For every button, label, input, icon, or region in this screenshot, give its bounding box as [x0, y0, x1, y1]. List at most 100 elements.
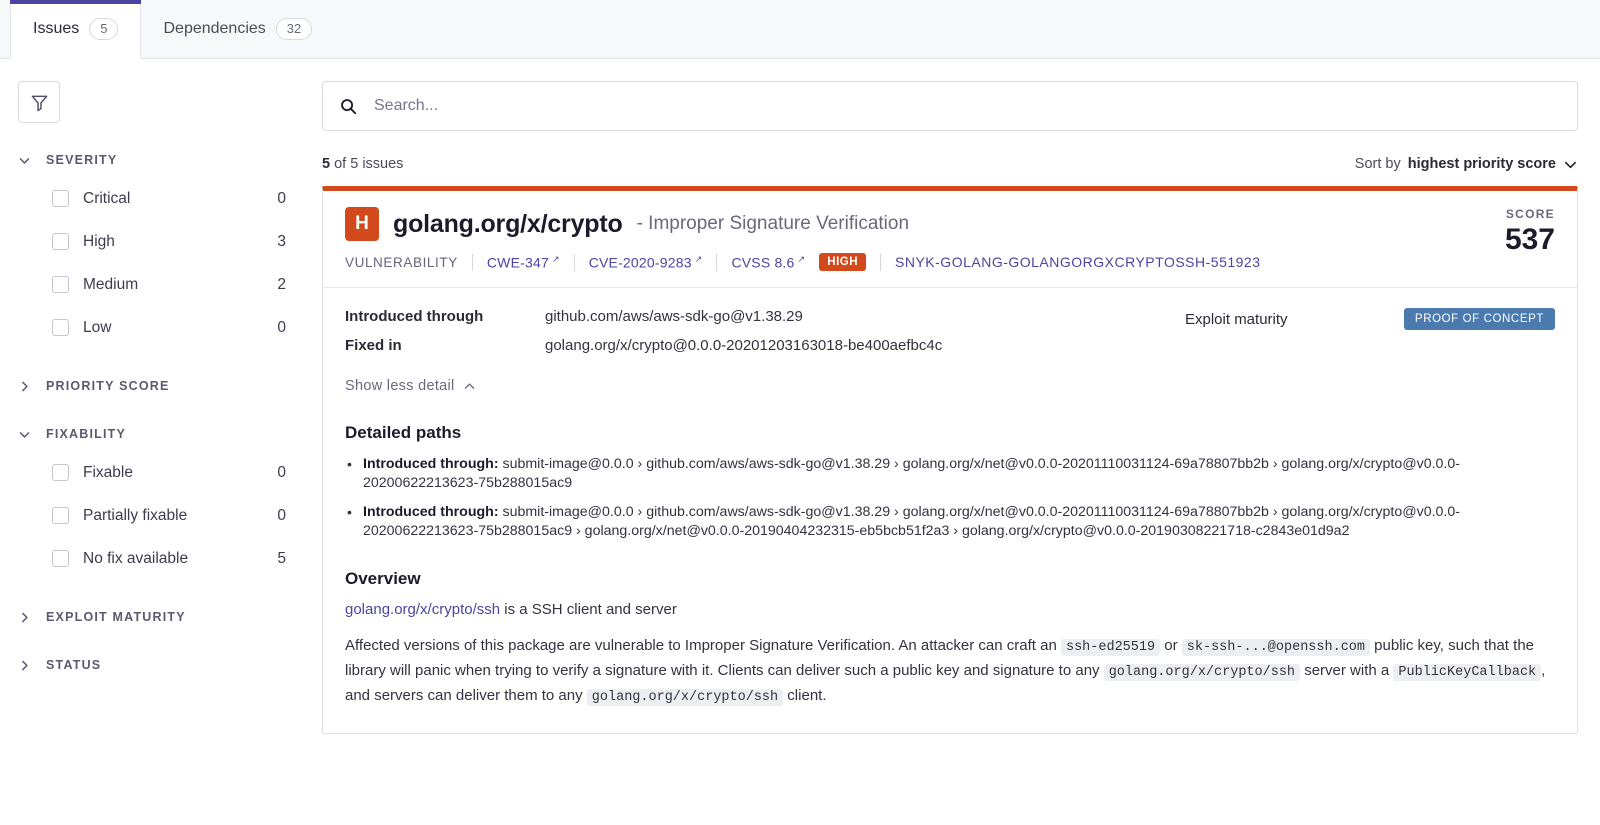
facet-priority-score: PRIORITY SCORE — [18, 375, 322, 397]
filter-option-critical[interactable]: Critical 0 — [18, 177, 322, 220]
issue-meta-row: VULNERABILITY CWE-347 ↗ CVE-2020-9283 ↗ CV… — [345, 253, 1481, 271]
checkbox-critical[interactable] — [52, 190, 69, 207]
cvss-link-label: CVSS 8.6 — [731, 254, 795, 271]
detailed-path-lead: Introduced through: — [363, 456, 499, 472]
issue-card-body: Introduced through github.com/aws/aws-sd… — [323, 288, 1577, 733]
filter-label-low: Low — [83, 318, 112, 336]
filter-option-partially-fixable[interactable]: Partially fixable 0 — [18, 494, 322, 537]
checkbox-low[interactable] — [52, 319, 69, 336]
cve-link[interactable]: CVE-2020-9283 ↗ — [589, 254, 703, 271]
show-less-detail-toggle[interactable]: Show less detail — [345, 378, 476, 394]
checkbox-no-fix-available[interactable] — [52, 550, 69, 567]
filter-option-medium[interactable]: Medium 2 — [18, 263, 322, 306]
filter-option-fixable[interactable]: Fixable 0 — [18, 451, 322, 494]
chevron-right-icon — [18, 611, 32, 624]
issue-summary-grid: Introduced through github.com/aws/aws-sd… — [345, 308, 1555, 366]
score-value: 537 — [1504, 223, 1555, 256]
filter-option-low[interactable]: Low 0 — [18, 306, 322, 349]
chevron-down-icon — [18, 154, 32, 167]
overview-text-part-6: client. — [783, 687, 827, 704]
chevron-down-icon — [18, 428, 32, 441]
introduced-through-row: Introduced through github.com/aws/aws-sd… — [345, 308, 1165, 325]
overview-description: Affected versions of this package are vu… — [345, 634, 1555, 709]
tab-dependencies-count: 32 — [275, 18, 313, 40]
external-link-icon: ↗ — [694, 253, 703, 264]
filter-label-fixable: Fixable — [83, 463, 133, 481]
chevron-down-icon — [1563, 157, 1578, 172]
results-count: 5 of 5 issues — [322, 156, 403, 172]
facet-severity-options: Critical 0 High 3 Medium 2 Low 0 — [18, 177, 322, 349]
filter-toggle-button[interactable] — [18, 81, 60, 123]
issue-card-header: H golang.org/x/crypto - Improper Signatu… — [323, 191, 1577, 288]
overview-title: Overview — [345, 569, 421, 588]
filter-count-medium: 2 — [277, 275, 286, 293]
checkbox-fixable[interactable] — [52, 464, 69, 481]
tab-issues[interactable]: Issues 5 — [10, 0, 142, 59]
cvss-link[interactable]: CVSS 8.6 ↗ — [731, 254, 805, 271]
cve-link-label: CVE-2020-9283 — [588, 254, 692, 271]
issue-title-row: H golang.org/x/crypto - Improper Signatu… — [345, 207, 1481, 241]
code-ssh-ed25519: ssh-ed25519 — [1060, 639, 1161, 656]
funnel-icon — [30, 93, 49, 112]
filter-label-no-fix-available: No fix available — [83, 549, 189, 567]
filter-count-high: 3 — [277, 232, 286, 250]
search-input[interactable] — [372, 96, 1561, 116]
issue-card[interactable]: H golang.org/x/crypto - Improper Signatu… — [322, 186, 1578, 734]
code-crypto-ssh-client: golang.org/x/crypto/ssh — [586, 689, 784, 706]
facet-status-header[interactable]: STATUS — [18, 654, 322, 676]
severity-badge-icon: H — [345, 207, 379, 241]
checkbox-high[interactable] — [52, 233, 69, 250]
cwe-link-label: CWE-347 — [486, 254, 549, 271]
filter-option-no-fix-available[interactable]: No fix available 5 — [18, 537, 322, 580]
tab-bar: Issues 5 Dependencies 32 — [0, 0, 1600, 59]
page-body: SEVERITY Critical 0 High 3 Medium 2 Low … — [0, 59, 1600, 825]
meta-divider — [716, 253, 718, 271]
filter-count-partially-fixable: 0 — [277, 506, 286, 524]
facet-status-title: STATUS — [46, 658, 102, 672]
tab-dependencies[interactable]: Dependencies 32 — [141, 0, 334, 58]
chevron-right-icon — [18, 659, 32, 672]
filters-sidebar: SEVERITY Critical 0 High 3 Medium 2 Low … — [0, 59, 322, 825]
show-less-detail-label: Show less detail — [345, 378, 455, 394]
facet-fixability-title: FIXABILITY — [46, 427, 127, 441]
score-label: SCORE — [1505, 207, 1555, 221]
external-link-icon: ↗ — [797, 253, 806, 264]
fixed-in-value: golang.org/x/crypto@0.0.0-20201203163018… — [545, 337, 943, 354]
facet-priority-score-header[interactable]: PRIORITY SCORE — [18, 375, 322, 397]
detailed-paths-title: Detailed paths — [345, 423, 462, 442]
facet-severity-header[interactable]: SEVERITY — [18, 149, 322, 171]
cwe-link[interactable]: CWE-347 ↗ — [487, 254, 560, 271]
issue-type-label: VULNERABILITY — [345, 254, 458, 270]
filter-label-high: High — [83, 232, 115, 250]
facet-exploit-maturity: EXPLOIT MATURITY — [18, 606, 322, 628]
filter-option-high[interactable]: High 3 — [18, 220, 322, 263]
facet-status: STATUS — [18, 654, 322, 676]
filter-label-partially-fixable: Partially fixable — [83, 506, 188, 524]
filter-count-critical: 0 — [277, 189, 286, 207]
overview-intro-tail: is a SSH client and server — [500, 601, 677, 618]
filter-label-critical: Critical — [83, 189, 131, 207]
checkbox-medium[interactable] — [52, 276, 69, 293]
introduced-through-label: Introduced through — [345, 308, 484, 325]
results-toolbar: 5 of 5 issues Sort by highest priority s… — [322, 156, 1578, 172]
sort-dropdown[interactable]: Sort by highest priority score — [1355, 156, 1578, 172]
snyk-id-link[interactable]: SNYK-GOLANG-GOLANGORGXCRYPTOSSH-551923 — [895, 254, 1260, 270]
fixed-in-row: Fixed in golang.org/x/crypto@0.0.0-20201… — [345, 337, 1165, 354]
results-count-value: 5 — [322, 156, 331, 172]
tab-dependencies-label: Dependencies — [163, 20, 266, 37]
severity-tag: HIGH — [819, 253, 867, 271]
external-link-icon: ↗ — [551, 253, 560, 264]
checkbox-partially-fixable[interactable] — [52, 507, 69, 524]
facet-exploit-maturity-header[interactable]: EXPLOIT MATURITY — [18, 606, 322, 628]
issue-summary-right: Exploit maturity PROOF OF CONCEPT — [1165, 308, 1555, 366]
priority-score-box: SCORE 537 — [1481, 207, 1555, 257]
search-bar[interactable] — [322, 81, 1578, 131]
search-icon — [339, 97, 358, 116]
overview-text-part-4: server with a — [1300, 662, 1394, 679]
detailed-path-lead: Introduced through: — [363, 504, 499, 520]
overview-package-link[interactable]: golang.org/x/crypto/ssh — [345, 601, 500, 618]
sort-prefix-label: Sort by — [1354, 156, 1401, 172]
issue-package-name: golang.org/x/crypto — [393, 209, 623, 238]
facet-fixability-header[interactable]: FIXABILITY — [18, 423, 322, 445]
facet-priority-score-title: PRIORITY SCORE — [46, 379, 170, 393]
